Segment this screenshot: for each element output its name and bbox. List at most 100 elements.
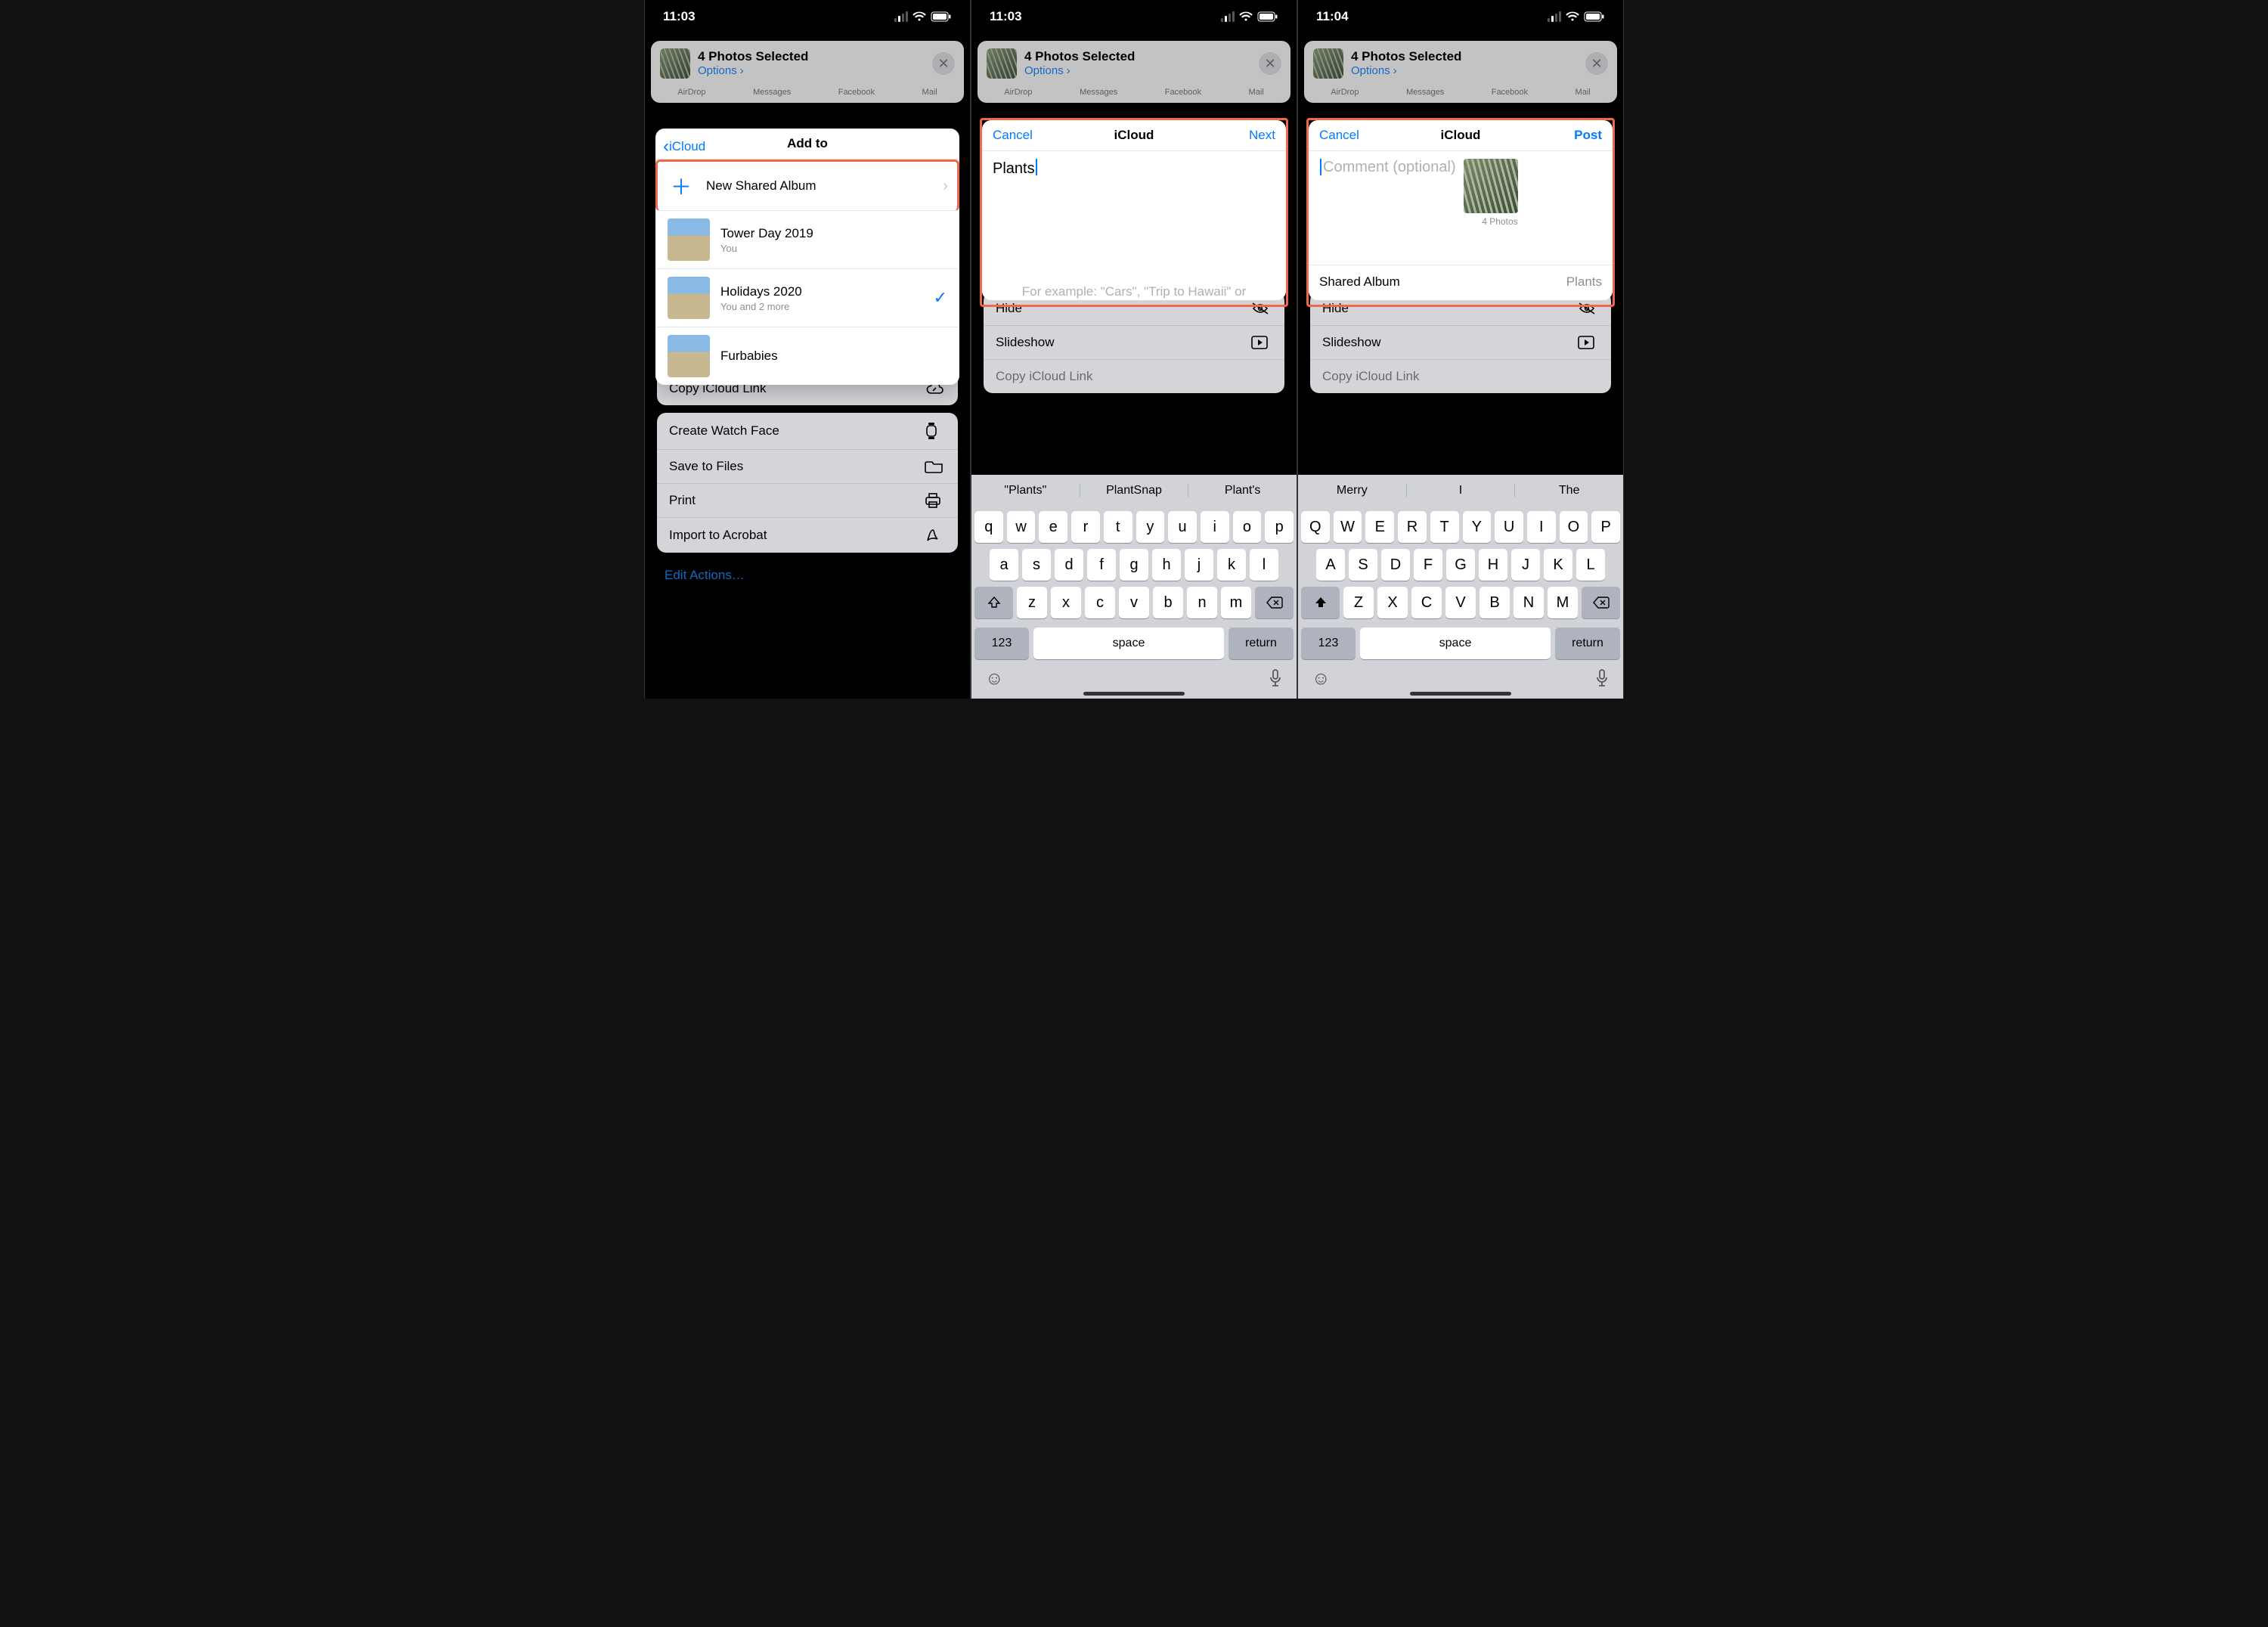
options-link[interactable]: Options› xyxy=(1024,64,1070,77)
shift-key[interactable] xyxy=(1301,587,1340,618)
char-key[interactable]: e xyxy=(1039,511,1067,543)
shift-key[interactable] xyxy=(974,587,1013,618)
home-indicator[interactable] xyxy=(1083,692,1185,696)
suggestion-key[interactable]: PlantSnap xyxy=(1080,484,1189,497)
char-key[interactable]: I xyxy=(1527,511,1556,543)
album-item[interactable]: Holidays 2020You and 2 more ✓ xyxy=(655,269,959,327)
char-key[interactable]: l xyxy=(1250,549,1278,581)
char-key[interactable]: f xyxy=(1087,549,1116,581)
suggestion-key[interactable]: Merry xyxy=(1298,484,1407,497)
char-key[interactable]: u xyxy=(1168,511,1197,543)
home-indicator[interactable] xyxy=(757,692,858,696)
char-key[interactable]: p xyxy=(1265,511,1294,543)
mic-icon[interactable] xyxy=(1594,668,1610,690)
space-key[interactable]: space xyxy=(1360,628,1551,659)
comment-input[interactable]: Comment (optional) xyxy=(1323,159,1456,176)
char-key[interactable]: S xyxy=(1349,549,1377,581)
char-key[interactable]: h xyxy=(1152,549,1181,581)
char-key[interactable]: i xyxy=(1201,511,1229,543)
char-key[interactable]: x xyxy=(1051,587,1081,618)
char-key[interactable]: k xyxy=(1217,549,1246,581)
char-key[interactable]: H xyxy=(1479,549,1507,581)
suggestion-key[interactable]: Plant's xyxy=(1188,484,1297,497)
char-key[interactable]: L xyxy=(1576,549,1605,581)
share-target[interactable]: Mail xyxy=(1249,88,1264,97)
char-key[interactable]: D xyxy=(1381,549,1410,581)
keyboard[interactable]: Merry I The QWERTYUIOPASDFGHJKLZXCVBNM 1… xyxy=(1298,475,1623,699)
delete-key[interactable] xyxy=(1582,587,1620,618)
char-key[interactable]: a xyxy=(990,549,1018,581)
options-link[interactable]: Options› xyxy=(698,64,744,77)
char-key[interactable]: U xyxy=(1495,511,1523,543)
options-link[interactable]: Options› xyxy=(1351,64,1397,77)
char-key[interactable]: N xyxy=(1514,587,1544,618)
back-button[interactable]: ‹ iCloud xyxy=(663,136,705,157)
shared-album-selector[interactable]: Shared Album Plants xyxy=(1309,265,1613,299)
keyboard[interactable]: "Plants" PlantSnap Plant's qwertyuiopasd… xyxy=(971,475,1297,699)
keyboard-suggestions[interactable]: "Plants" PlantSnap Plant's xyxy=(971,475,1297,507)
close-icon[interactable]: ✕ xyxy=(932,52,955,75)
action-import-acrobat[interactable]: Import to Acrobat xyxy=(657,518,958,553)
share-target[interactable]: Mail xyxy=(922,88,937,97)
char-key[interactable]: X xyxy=(1377,587,1408,618)
mic-icon[interactable] xyxy=(1268,668,1283,690)
emoji-icon[interactable]: ☺ xyxy=(985,668,1004,690)
cancel-button[interactable]: Cancel xyxy=(1319,128,1359,143)
char-key[interactable]: c xyxy=(1085,587,1115,618)
char-key[interactable]: K xyxy=(1544,549,1572,581)
char-key[interactable]: s xyxy=(1022,549,1051,581)
album-name-input[interactable]: Plants xyxy=(993,160,1035,178)
suggestion-key[interactable]: "Plants" xyxy=(971,484,1080,497)
numbers-key[interactable]: 123 xyxy=(974,628,1029,659)
char-key[interactable]: R xyxy=(1398,511,1427,543)
char-key[interactable]: W xyxy=(1334,511,1362,543)
return-key[interactable]: return xyxy=(1228,628,1294,659)
emoji-icon[interactable]: ☺ xyxy=(1312,668,1331,690)
close-icon[interactable]: ✕ xyxy=(1259,52,1281,75)
char-key[interactable]: n xyxy=(1187,587,1217,618)
char-key[interactable]: A xyxy=(1316,549,1345,581)
char-key[interactable]: Y xyxy=(1463,511,1492,543)
char-key[interactable]: d xyxy=(1055,549,1083,581)
action-watch-face[interactable]: Create Watch Face xyxy=(657,413,958,450)
edit-actions-link[interactable]: Edit Actions… xyxy=(651,557,964,593)
share-target[interactable]: Messages xyxy=(753,88,791,97)
close-icon[interactable]: ✕ xyxy=(1585,52,1608,75)
char-key[interactable]: y xyxy=(1136,511,1165,543)
numbers-key[interactable]: 123 xyxy=(1301,628,1356,659)
action-save-files[interactable]: Save to Files xyxy=(657,450,958,484)
char-key[interactable]: M xyxy=(1548,587,1578,618)
suggestion-key[interactable]: The xyxy=(1515,484,1623,497)
share-target[interactable]: Facebook xyxy=(1492,88,1528,97)
char-key[interactable]: z xyxy=(1017,587,1047,618)
share-target[interactable]: AirDrop xyxy=(1004,88,1032,97)
char-key[interactable]: g xyxy=(1120,549,1148,581)
share-target[interactable]: Mail xyxy=(1576,88,1591,97)
char-key[interactable]: B xyxy=(1479,587,1510,618)
home-indicator[interactable] xyxy=(1410,692,1511,696)
suggestion-key[interactable]: I xyxy=(1407,484,1516,497)
new-shared-album-button[interactable]: ＋ New Shared Album › xyxy=(655,160,959,211)
cancel-button[interactable]: Cancel xyxy=(993,128,1033,143)
char-key[interactable]: j xyxy=(1185,549,1213,581)
char-key[interactable]: Z xyxy=(1343,587,1374,618)
char-key[interactable]: b xyxy=(1153,587,1183,618)
char-key[interactable]: O xyxy=(1560,511,1588,543)
char-key[interactable]: r xyxy=(1071,511,1100,543)
action-print[interactable]: Print xyxy=(657,484,958,518)
share-target[interactable]: AirDrop xyxy=(1331,88,1359,97)
album-item[interactable]: Furbabies xyxy=(655,327,959,385)
char-key[interactable]: Q xyxy=(1301,511,1330,543)
share-target[interactable]: Messages xyxy=(1406,88,1444,97)
share-target[interactable]: Facebook xyxy=(1165,88,1201,97)
space-key[interactable]: space xyxy=(1033,628,1224,659)
char-key[interactable]: F xyxy=(1414,549,1442,581)
char-key[interactable]: P xyxy=(1591,511,1620,543)
char-key[interactable]: o xyxy=(1233,511,1262,543)
char-key[interactable]: w xyxy=(1007,511,1036,543)
char-key[interactable]: m xyxy=(1221,587,1251,618)
return-key[interactable]: return xyxy=(1555,628,1620,659)
share-target[interactable]: Messages xyxy=(1080,88,1117,97)
album-item[interactable]: Tower Day 2019You xyxy=(655,211,959,269)
char-key[interactable]: V xyxy=(1445,587,1476,618)
